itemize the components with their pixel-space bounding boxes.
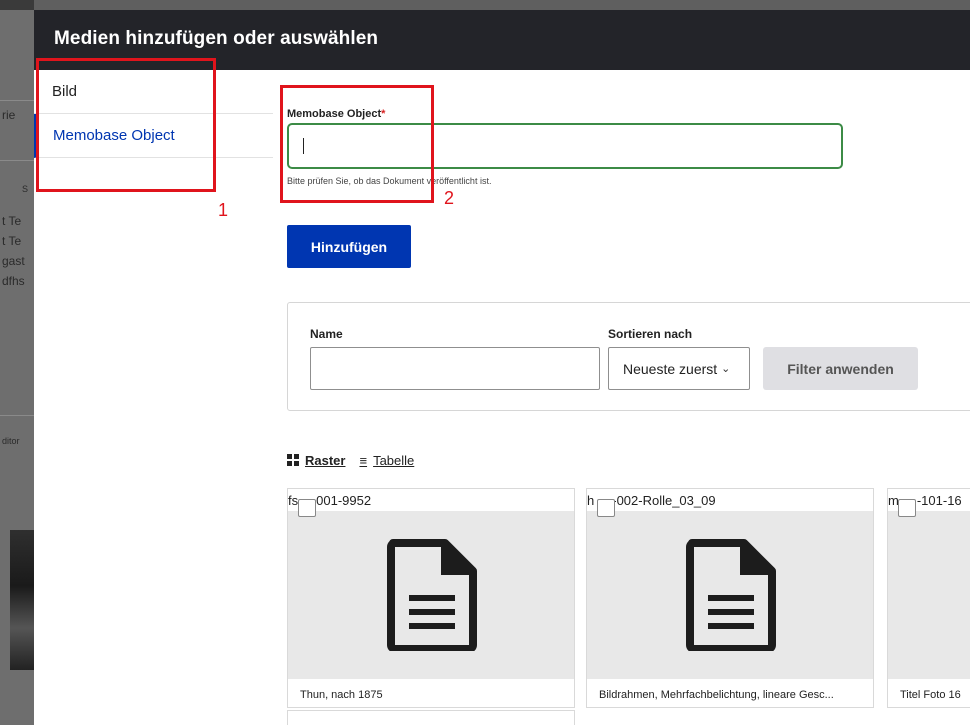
background-text-fragment: gast	[2, 254, 25, 268]
annotation-box-2	[280, 85, 434, 203]
media-card-title-start: h	[587, 493, 595, 508]
media-card[interactable]: h -002-Rolle_03_09 Bildrahmen, Mehrfachbe…	[586, 488, 874, 708]
media-card-checkbox[interactable]	[898, 499, 916, 517]
media-card-title-end: 001-9952	[316, 493, 372, 508]
background-topbar	[0, 0, 34, 10]
background-text-fragment: S	[22, 184, 29, 194]
view-table-link[interactable]: ≡ Tabelle	[359, 453, 414, 468]
media-card-thumbnail	[288, 511, 574, 679]
media-card-caption: Thun, nach 1875	[300, 689, 383, 701]
media-card-title-start: fs	[288, 493, 299, 508]
add-button[interactable]: Hinzufügen	[287, 225, 411, 268]
name-filter-input[interactable]	[310, 347, 600, 390]
media-card[interactable]: m -101-16 Titel Foto 16	[887, 488, 970, 708]
annotation-box-1	[36, 58, 216, 192]
media-card-thumbnail	[587, 511, 873, 679]
background-divider	[0, 160, 34, 161]
filter-panel: Name Sortieren nach Neueste zuerst ⌄ Fil…	[287, 302, 970, 411]
view-raster-label: Raster	[305, 452, 346, 468]
media-card-caption: Titel Foto 16	[900, 689, 961, 701]
annotation-number-2: 2	[444, 188, 455, 208]
view-raster-link[interactable]: Raster	[287, 453, 345, 468]
media-card-title-end: -002-Rolle_03_09	[612, 493, 716, 508]
background-text-fragment: t Te	[2, 214, 22, 228]
background-divider	[0, 415, 34, 416]
name-filter-label: Name	[310, 327, 343, 341]
grid-icon	[287, 454, 299, 466]
background-page: rie S t Te t Te gast dfhs ditor	[0, 0, 34, 725]
media-card-next-row	[287, 710, 575, 725]
sort-label: Sortieren nach	[608, 327, 693, 341]
document-icon	[686, 539, 776, 651]
background-text-fragment: dfhs	[2, 274, 25, 288]
view-table-label: Tabelle	[373, 452, 415, 468]
background-text-fragment: rie	[2, 108, 16, 122]
chevron-down-icon: ⌄	[721, 363, 731, 375]
view-switcher: Raster ≡ Tabelle	[287, 450, 414, 470]
sort-select-value: Neueste zuerst	[623, 360, 718, 377]
background-photo	[10, 530, 34, 670]
background-text-fragment: ditor	[2, 436, 20, 446]
sort-select[interactable]: Neueste zuerst ⌄	[608, 347, 750, 390]
list-icon: ≡	[359, 452, 368, 468]
media-card-caption: Bildrahmen, Mehrfachbelichtung, lineare …	[599, 689, 834, 701]
dialog-title: Medien hinzufügen oder auswählen	[54, 28, 379, 49]
document-icon	[387, 539, 477, 651]
media-card-checkbox[interactable]	[298, 499, 316, 517]
annotation-number-1: 1	[218, 200, 229, 220]
sidebar-empty-area	[34, 158, 273, 725]
media-card-checkbox[interactable]	[597, 499, 615, 517]
background-text-fragment: t Te	[2, 234, 22, 248]
media-card[interactable]: fs 001-9952 Thun, nach 1875	[287, 488, 575, 708]
media-card-thumbnail	[888, 511, 970, 679]
apply-filter-button[interactable]: Filter anwenden	[763, 347, 918, 390]
background-divider	[0, 100, 34, 101]
media-card-title-end: -101-16	[916, 493, 962, 508]
